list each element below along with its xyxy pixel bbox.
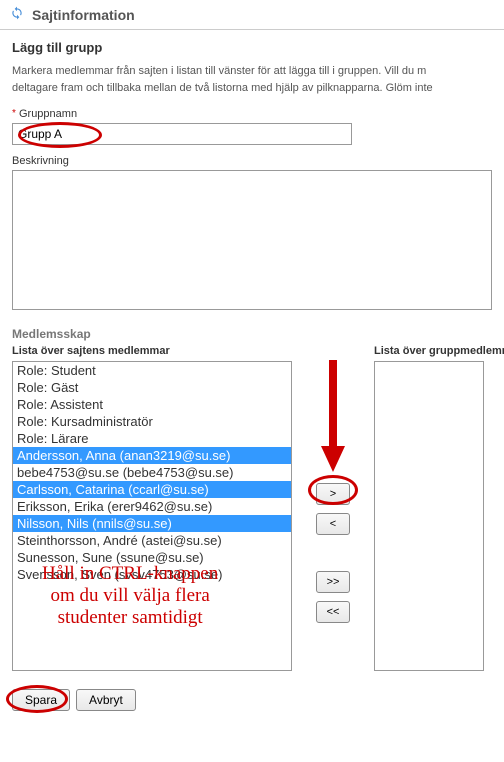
list-item[interactable]: Role: Gäst — [13, 379, 291, 396]
save-button[interactable]: Spara — [12, 689, 70, 711]
action-buttons-row: Spara Avbryt — [12, 689, 492, 711]
list-item[interactable]: Role: Assistent — [13, 396, 291, 413]
group-name-label: * Gruppnamn — [12, 108, 492, 120]
list-item[interactable]: Steinthorsson, André (astei@su.se) — [13, 532, 291, 549]
cancel-button[interactable]: Avbryt — [76, 689, 136, 711]
page-title: Sajtinformation — [32, 7, 135, 23]
site-members-column: Lista över sajtens medlemmar Role: Stude… — [12, 345, 292, 671]
instructions-text: Markera medlemmar från sajten i listan t… — [12, 63, 492, 96]
list-item[interactable]: Role: Student — [13, 362, 291, 379]
list-item[interactable]: Role: Kursadministratör — [13, 413, 291, 430]
description-field: Beskrivning — [12, 155, 492, 313]
remove-button[interactable]: < — [316, 513, 350, 535]
list-item[interactable]: bebe4753@su.se (bebe4753@su.se) — [13, 464, 291, 481]
remove-all-button[interactable]: << — [316, 601, 350, 623]
list-item[interactable]: Eriksson, Erika (erer9462@su.se) — [13, 498, 291, 515]
list-item[interactable]: Andersson, Anna (anan3219@su.se) — [13, 447, 291, 464]
description-textarea[interactable] — [12, 170, 492, 310]
group-members-listbox[interactable] — [374, 361, 484, 671]
list-item[interactable]: Role: Lärare — [13, 430, 291, 447]
page-header: Sajtinformation — [0, 0, 504, 30]
group-members-column: Lista över gruppmedlemmar — [374, 345, 504, 671]
list-item[interactable]: Carlsson, Catarina (ccarl@su.se) — [13, 481, 291, 498]
site-members-listbox[interactable]: Role: StudentRole: GästRole: AssistentRo… — [12, 361, 292, 671]
move-buttons-column: > < >> << — [302, 345, 364, 671]
add-all-button[interactable]: >> — [316, 571, 350, 593]
lists-row: Lista över sajtens medlemmar Role: Stude… — [12, 345, 492, 671]
group-name-input[interactable] — [12, 123, 352, 145]
description-label: Beskrivning — [12, 155, 492, 167]
list-item[interactable]: Sunesson, Sune (ssune@su.se) — [13, 549, 291, 566]
refresh-icon — [10, 6, 24, 23]
add-button[interactable]: > — [316, 483, 350, 505]
annotation-arrow-down — [316, 349, 350, 479]
group-name-field: * Gruppnamn — [12, 108, 492, 145]
required-asterisk: * — [12, 108, 16, 119]
membership-title: Medlemsskap — [12, 327, 492, 341]
group-members-label: Lista över gruppmedlemmar — [374, 345, 504, 357]
list-item[interactable]: Svensson, Sven (svsv4753@su.se) — [13, 566, 291, 583]
section-title: Lägg till grupp — [12, 40, 492, 55]
content: Lägg till grupp Markera medlemmar från s… — [0, 30, 504, 721]
site-members-label: Lista över sajtens medlemmar — [12, 345, 292, 357]
list-item[interactable]: Nilsson, Nils (nnils@su.se) — [13, 515, 291, 532]
